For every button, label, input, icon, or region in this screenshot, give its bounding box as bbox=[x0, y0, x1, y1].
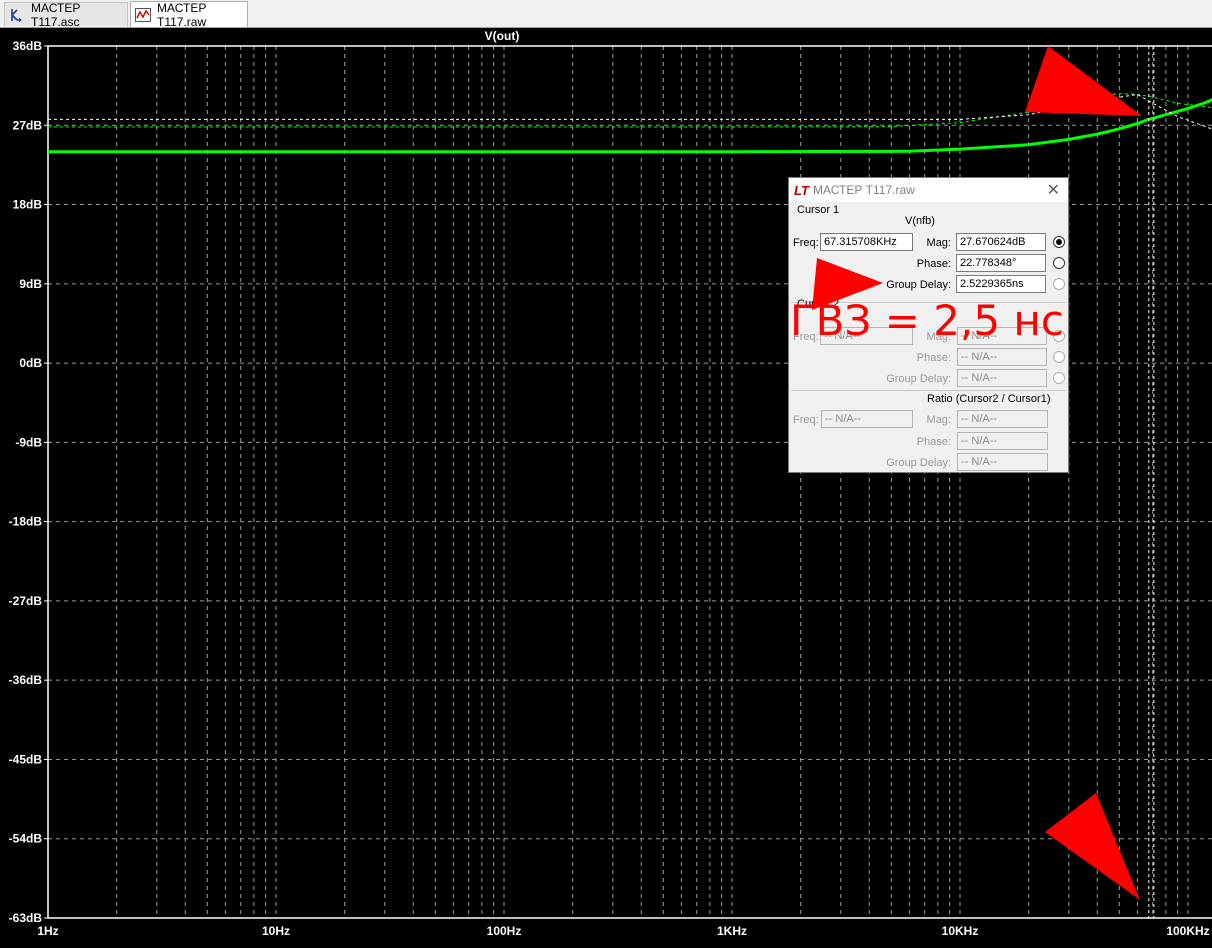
ratio-freq-label: Freq: bbox=[793, 414, 819, 426]
dialog-title: МАСТЕР Т117.raw bbox=[813, 183, 915, 197]
cursor1-group-label: Cursor 1 bbox=[797, 204, 840, 216]
cursor1-mag-radio[interactable] bbox=[1053, 236, 1065, 248]
y-tick-label: -9dB bbox=[15, 435, 42, 449]
cursor1-mag-field[interactable]: 27.670624dB bbox=[956, 233, 1046, 251]
tab-label: МАСТЕР Т117.asc bbox=[31, 0, 81, 29]
y-tick-label: -27dB bbox=[9, 594, 43, 608]
ratio-phase-label: Phase: bbox=[916, 436, 951, 448]
x-tick-label: 10Hz bbox=[262, 924, 290, 938]
ratio-phase-field: -- N/A-- bbox=[957, 432, 1048, 450]
cursor1-group-delay-radio[interactable] bbox=[1053, 278, 1065, 290]
annotation-text: ГВЗ = 2,5 нс bbox=[790, 296, 1064, 345]
ratio-mag-label: Mag: bbox=[926, 414, 951, 426]
y-tick-label: 36dB bbox=[13, 39, 43, 53]
tab-label: МАСТЕР Т117.raw bbox=[157, 0, 207, 29]
trace-label[interactable]: V(out) bbox=[485, 29, 520, 43]
cursor2-phase-field: -- N/A-- bbox=[957, 348, 1047, 366]
ratio-group-label: Ratio (Cursor2 / Cursor1) bbox=[927, 393, 1051, 405]
cursor2-group-delay-label: Group Delay: bbox=[886, 373, 951, 385]
cursor1-phase-label: Phase: bbox=[916, 258, 951, 270]
ratio-mag-field: -- N/A-- bbox=[957, 410, 1048, 428]
x-tick-label: 1KHz bbox=[717, 924, 747, 938]
cursor2-phase-radio bbox=[1053, 351, 1065, 363]
tab-bar: МАСТЕР Т117.asc МАСТЕР Т117.raw bbox=[0, 0, 1212, 29]
y-tick-label: 0dB bbox=[19, 356, 42, 370]
x-tick-label: 10KHz bbox=[942, 924, 979, 938]
y-tick-label: -45dB bbox=[9, 752, 43, 766]
cursor1-phase-field[interactable]: 22.778348° bbox=[956, 254, 1046, 272]
tab-waveform[interactable]: МАСТЕР Т117.raw bbox=[130, 0, 248, 29]
cursor2-group-delay-radio bbox=[1053, 372, 1065, 384]
separator bbox=[791, 390, 1066, 391]
y-tick-label: -63dB bbox=[9, 911, 43, 925]
y-tick-label: -36dB bbox=[9, 673, 43, 687]
cursor1-freq-field[interactable]: 67.315708KHz bbox=[820, 233, 913, 251]
x-tick-label: 100Hz bbox=[487, 924, 522, 938]
ltspice-logo-icon: LT bbox=[794, 183, 809, 198]
bode-plot[interactable]: 36dB 27dB 18dB 9dB 0dB -9dB -18dB -27dB -36dB -45… bbox=[0, 28, 1212, 948]
cursor2-group-delay-field: -- N/A-- bbox=[957, 369, 1047, 387]
y-tick-label: -54dB bbox=[9, 832, 43, 846]
waveform-icon bbox=[135, 7, 151, 23]
cursor1-freq-label: Freq: bbox=[793, 237, 819, 249]
ratio-group-delay-label: Group Delay: bbox=[886, 457, 951, 469]
y-tick-label: -18dB bbox=[9, 515, 43, 529]
cursor1-group-delay-field[interactable]: 2.5229365ns bbox=[956, 275, 1046, 293]
ratio-group-delay-field: -- N/A-- bbox=[957, 453, 1048, 471]
x-tick-label: 100KHz bbox=[1166, 924, 1209, 938]
y-tick-label: 27dB bbox=[13, 118, 43, 132]
cursor1-trace-name: V(nfb) bbox=[905, 215, 935, 227]
close-icon[interactable]: ✕ bbox=[1047, 180, 1060, 200]
cursor1-mag-label: Mag: bbox=[926, 237, 951, 249]
schematic-icon bbox=[9, 7, 25, 23]
dialog-titlebar[interactable]: LT МАСТЕР Т117.raw ✕ bbox=[789, 178, 1068, 202]
y-tick-label: 18dB bbox=[13, 198, 43, 212]
cursor2-phase-label: Phase: bbox=[916, 352, 951, 364]
cursor1-group-delay-label: Group Delay: bbox=[886, 279, 951, 291]
ratio-freq-field: -- N/A-- bbox=[821, 410, 913, 428]
x-tick-label: 1Hz bbox=[37, 924, 58, 938]
cursor1-phase-radio[interactable] bbox=[1053, 257, 1065, 269]
y-tick-label: 9dB bbox=[19, 277, 42, 291]
tab-schematic[interactable]: МАСТЕР Т117.asc bbox=[4, 0, 128, 29]
